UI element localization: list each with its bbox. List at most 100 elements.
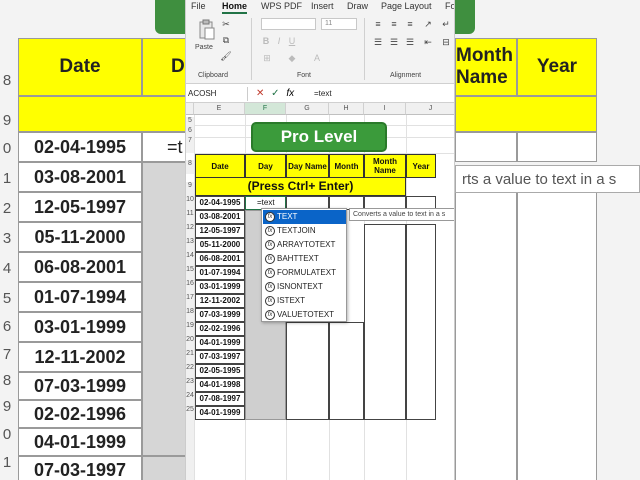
row-header[interactable]: 25 — [186, 406, 194, 480]
header-year[interactable]: Year — [406, 154, 436, 178]
row-header[interactable]: 9 — [186, 182, 194, 196]
autocomplete-item-bahttext[interactable]: fx BAHTTEXT — [263, 252, 346, 266]
bg-date-cell: 01-07-1994 — [18, 282, 142, 312]
row-header[interactable]: 24 — [186, 392, 194, 406]
borders-icon[interactable]: ⊞ — [261, 52, 273, 64]
row-header[interactable]: 8 — [186, 160, 194, 174]
header-day[interactable]: Day — [245, 154, 286, 178]
menu-home[interactable]: Home — [222, 1, 248, 14]
row-header[interactable]: 18 — [186, 308, 194, 322]
date-cell[interactable]: 03-01-1999 — [195, 280, 245, 294]
menu-draw[interactable]: Draw — [347, 1, 368, 11]
row-header[interactable]: 12 — [186, 224, 194, 238]
font-size-combo[interactable]: 11 — [321, 18, 357, 30]
row-header[interactable]: 10 — [186, 196, 194, 210]
empty-column-year[interactable] — [406, 224, 436, 420]
header-month[interactable]: Month — [329, 154, 364, 178]
column-header-g[interactable]: G — [286, 103, 329, 115]
autocomplete-item-istext[interactable]: fx ISTEXT — [263, 294, 346, 308]
date-cell[interactable]: 04-01-1999 — [195, 406, 245, 420]
font-color-icon[interactable]: A — [311, 52, 323, 64]
fill-color-icon[interactable]: ◆ — [286, 52, 298, 64]
empty-column-month-name[interactable] — [364, 224, 406, 420]
menu-file[interactable]: File — [191, 1, 206, 11]
column-header-corner[interactable] — [186, 103, 194, 115]
column-header-h[interactable]: H — [329, 103, 364, 115]
row-header[interactable]: 21 — [186, 350, 194, 364]
row-header[interactable]: 17 — [186, 294, 194, 308]
date-cell[interactable]: 12-11-2002 — [195, 294, 245, 308]
date-cell[interactable]: 12-05-1997 — [195, 224, 245, 238]
row-header[interactable]: 19 — [186, 322, 194, 336]
date-cell[interactable]: 07-08-1997 — [195, 392, 245, 406]
date-cell[interactable]: 02-04-1995 — [195, 196, 245, 210]
paste-icon[interactable] — [196, 18, 218, 42]
underline-button[interactable]: U — [287, 36, 297, 46]
date-cell[interactable]: 01-07-1994 — [195, 266, 245, 280]
italic-button[interactable]: I — [274, 36, 284, 46]
row-header[interactable]: 6 — [186, 127, 194, 137]
align-top-icon[interactable]: ≡ — [372, 18, 384, 30]
date-cell[interactable]: 02-02-1996 — [195, 322, 245, 336]
merge-icon[interactable]: ⊟ — [440, 36, 452, 48]
date-cell[interactable]: 07-03-1997 — [195, 350, 245, 364]
date-cell[interactable]: 06-08-2001 — [195, 252, 245, 266]
menu-formulas[interactable]: Fo — [445, 1, 454, 11]
column-header-e[interactable]: E — [194, 103, 245, 115]
column-header-j[interactable]: J — [406, 103, 454, 115]
autocomplete-item-formulatext[interactable]: fx FORMULATEXT — [263, 266, 346, 280]
function-icon: fx — [265, 310, 275, 320]
insert-function-icon[interactable]: fx — [286, 88, 294, 99]
orientation-icon[interactable]: ↗ — [422, 18, 434, 30]
date-cell[interactable]: 07-03-1999 — [195, 308, 245, 322]
header-day-name[interactable]: Day Name — [286, 154, 329, 178]
row-header[interactable]: 13 — [186, 238, 194, 252]
row-header[interactable]: 15 — [186, 266, 194, 280]
align-bottom-icon[interactable]: ≡ — [404, 18, 416, 30]
autocomplete-item-valuetotext[interactable]: fx VALUETOTEXT — [263, 308, 346, 322]
date-cell[interactable]: 05-11-2000 — [195, 238, 245, 252]
confirm-icon[interactable]: ✓ — [271, 88, 279, 99]
autocomplete-item-textjoin[interactable]: fx TEXTJOIN — [263, 224, 346, 238]
empty-column-month[interactable] — [329, 322, 364, 420]
formula-input[interactable]: =text — [314, 87, 332, 101]
header-month-name[interactable]: Month Name — [364, 154, 406, 178]
row-header[interactable]: 7 — [186, 137, 194, 153]
menu-insert[interactable]: Insert — [311, 1, 334, 11]
menu-wps-pdf[interactable]: WPS PDF — [261, 1, 302, 11]
row-header[interactable]: 23 — [186, 378, 194, 392]
date-cell[interactable]: 02-05-1995 — [195, 364, 245, 378]
autocomplete-item-arraytotext[interactable]: fx ARRAYTOTEXT — [263, 238, 346, 252]
menu-page-layout[interactable]: Page Layout — [381, 1, 432, 11]
instruction-banner[interactable]: (Press Ctrl+ Enter) — [195, 177, 406, 196]
wrap-text-icon[interactable]: ↵ — [440, 18, 452, 30]
column-header-i[interactable]: I — [364, 103, 406, 115]
row-header[interactable]: 22 — [186, 364, 194, 378]
copy-icon[interactable]: ⧉ — [220, 34, 232, 46]
autocomplete-item-text[interactable]: fx TEXT — [263, 210, 346, 224]
cancel-icon[interactable]: ✕ — [256, 88, 264, 99]
autocomplete-item-isnontext[interactable]: fx ISNONTEXT — [263, 280, 346, 294]
name-box[interactable]: ACOSH — [186, 87, 248, 101]
align-middle-icon[interactable]: ≡ — [388, 18, 400, 30]
column-header-f[interactable]: F — [245, 103, 286, 115]
row-header[interactable]: 5 — [186, 117, 194, 127]
decrease-indent-icon[interactable]: ⇤ — [422, 36, 434, 48]
row-header[interactable]: 16 — [186, 280, 194, 294]
align-right-icon[interactable]: ☰ — [404, 36, 416, 48]
date-cell[interactable]: 04-01-1998 — [195, 378, 245, 392]
excel-window: File Home WPS PDF Insert Draw Page Layou… — [185, 0, 455, 480]
empty-column-day-name[interactable] — [286, 322, 329, 420]
font-name-combo[interactable] — [261, 18, 316, 30]
align-center-icon[interactable]: ☰ — [388, 36, 400, 48]
align-left-icon[interactable]: ☰ — [372, 36, 384, 48]
row-header[interactable]: 14 — [186, 252, 194, 266]
bold-button[interactable]: B — [261, 36, 271, 46]
cut-icon[interactable]: ✂ — [220, 18, 232, 30]
date-cell[interactable]: 03-08-2001 — [195, 210, 245, 224]
header-date[interactable]: Date — [195, 154, 245, 178]
date-cell[interactable]: 04-01-1999 — [195, 336, 245, 350]
row-header[interactable]: 20 — [186, 336, 194, 350]
format-painter-icon[interactable]: 🖌 — [220, 50, 232, 62]
row-header[interactable]: 11 — [186, 210, 194, 224]
